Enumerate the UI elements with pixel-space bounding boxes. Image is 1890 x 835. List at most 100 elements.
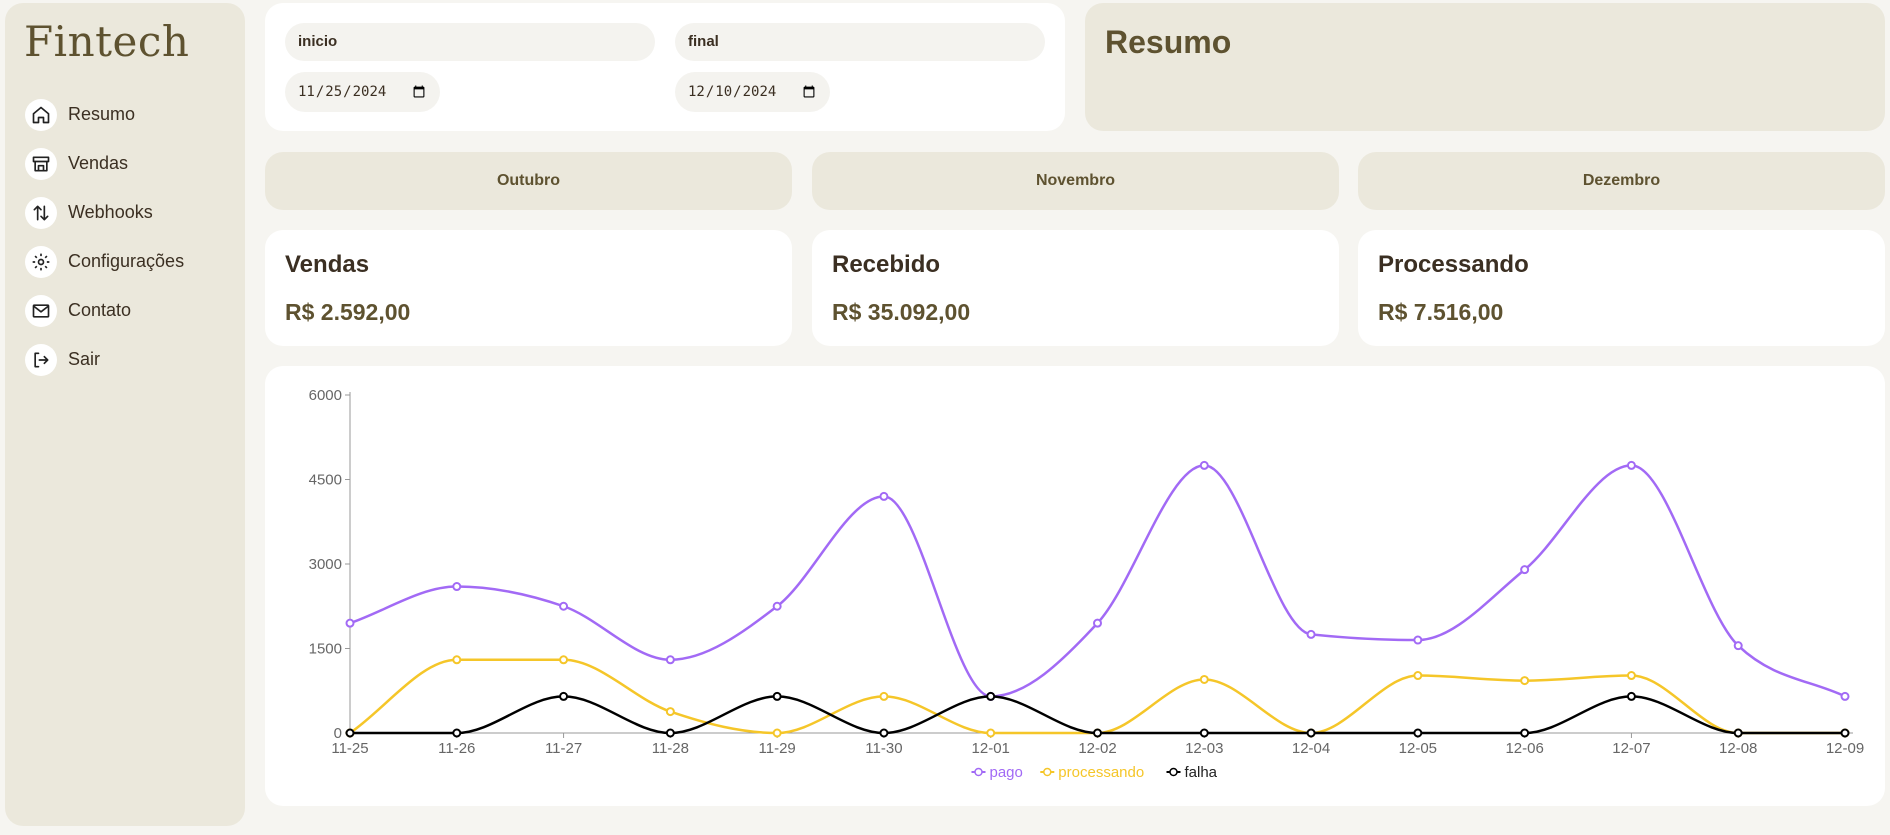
data-point-pago: [1520, 565, 1530, 575]
data-point-falha: [1733, 728, 1743, 738]
data-point-pago: [1093, 618, 1102, 628]
sidebar-item-webhooks[interactable]: Webhooks: [25, 188, 184, 237]
data-point-pago: [1733, 641, 1743, 651]
legend-marker-dot-pago: [974, 767, 983, 777]
x-tick-label: 11-27: [545, 740, 582, 757]
x-tick-label: 12-02: [1078, 740, 1116, 757]
sidebar-item-label: Webhooks: [68, 202, 153, 222]
sidebar-item-configuracoes[interactable]: Configurações: [25, 237, 184, 286]
data-point-processando: [1413, 671, 1423, 681]
x-tick-label: 12-03: [1185, 740, 1223, 757]
x-tick-label: 12-05: [1399, 740, 1437, 757]
arrows-up-down-icon: [25, 196, 57, 229]
sidebar-item-label: Vendas: [68, 153, 129, 173]
end-date-input[interactable]: [675, 72, 830, 112]
stat-value: R$ 35.092,00: [832, 299, 971, 325]
x-tick-label: 11-30: [865, 740, 902, 757]
data-point-falha: [772, 691, 782, 701]
data-point-falha: [986, 691, 996, 701]
data-point-pago: [772, 601, 782, 611]
data-point-falha: [1199, 728, 1209, 738]
data-point-processando: [665, 707, 675, 717]
stat-title: Recebido: [832, 251, 941, 278]
data-point-processando: [452, 655, 462, 665]
y-tick-label: 1500: [309, 641, 342, 658]
data-point-processando: [986, 728, 996, 738]
data-point-processando: [772, 728, 782, 738]
data-point-pago: [345, 618, 355, 628]
sidebar-nav: Resumo Vendas Webhooks Configurações Con…: [25, 90, 184, 384]
store-icon: [25, 147, 57, 180]
x-tick-label: 11-28: [652, 740, 689, 757]
x-tick-label: 11-29: [759, 740, 796, 757]
series-line-falha: [350, 695, 1845, 735]
data-point-pago: [1626, 460, 1636, 470]
stat-card-vendas: Vendas R$ 2.592,00: [265, 230, 792, 346]
app-logo: Fintech: [24, 17, 190, 66]
legend-label-falha: falha: [1185, 764, 1218, 781]
x-tick-label: 12-01: [972, 740, 1010, 757]
data-point-pago: [879, 491, 889, 501]
stat-card-processando: Processando R$ 7.516,00: [1358, 230, 1885, 346]
sales-chart-panel: 0 1500 3000 4500 6000 11-25 11-26 11-27 11-28 11-…: [265, 366, 1885, 806]
data-point-pago: [1199, 460, 1209, 470]
sidebar-item-sair[interactable]: Sair: [25, 335, 184, 384]
page-title: Resumo: [1105, 24, 1232, 60]
x-tick-label: 12-06: [1505, 740, 1543, 757]
data-point-pago: [1306, 629, 1316, 639]
sidebar-item-contato[interactable]: Contato: [25, 286, 184, 335]
data-point-pago: [1840, 691, 1850, 701]
data-point-pago: [665, 655, 675, 665]
data-point-processando: [1626, 671, 1636, 681]
data-point-falha: [879, 728, 889, 738]
end-date-label: final: [675, 23, 1045, 61]
data-point-processando: [1199, 674, 1209, 684]
data-point-processando: [559, 655, 569, 665]
legend-label-processando: processando: [1058, 764, 1144, 781]
data-point-pago: [452, 582, 462, 592]
data-point-pago: [1413, 635, 1423, 645]
data-point-falha: [1520, 728, 1530, 738]
legend-marker-dot-falha: [1169, 767, 1178, 777]
date-filter-panel: inicio final: [265, 3, 1065, 131]
legend-label-pago: pago: [990, 764, 1023, 781]
gear-icon: [25, 245, 57, 278]
x-tick-label: 12-09: [1826, 740, 1864, 757]
data-point-falha: [1840, 728, 1850, 738]
sidebar-item-vendas[interactable]: Vendas: [25, 139, 184, 188]
sales-line-chart: 0150030004500600011-25 11-26 11-27 11-28 11-…: [309, 387, 1865, 781]
sidebar-item-label: Resumo: [68, 104, 136, 124]
sidebar-item-resumo[interactable]: Resumo: [25, 90, 184, 139]
end-date-group: final: [675, 23, 1045, 112]
stat-title: Vendas: [285, 251, 370, 278]
summary-panel: Resumo: [1085, 3, 1885, 131]
y-tick-label: 3000: [309, 556, 342, 573]
logout-icon: [25, 343, 57, 376]
data-point-falha: [345, 728, 355, 738]
start-date-input[interactable]: [285, 72, 440, 112]
legend-marker-dot-processando: [1043, 767, 1052, 777]
sidebar: Fintech Resumo Vendas Webhooks Configura…: [5, 3, 245, 826]
month-button-dezembro[interactable]: Dezembro: [1358, 152, 1885, 210]
start-date-group: inicio: [285, 23, 655, 112]
data-point-falha: [665, 728, 675, 738]
stat-title: Processando: [1378, 251, 1529, 278]
home-icon: [25, 98, 57, 131]
data-point-falha: [1093, 728, 1102, 738]
y-tick-label: 4500: [309, 472, 342, 489]
sidebar-item-label: Sair: [68, 349, 101, 369]
mail-icon: [25, 294, 57, 327]
stat-value: R$ 2.592,00: [285, 299, 411, 325]
data-point-falha: [1306, 728, 1316, 738]
sidebar-item-label: Configurações: [68, 251, 185, 271]
x-tick-label: 12-07: [1612, 740, 1650, 757]
x-tick-label: 12-04: [1292, 740, 1330, 757]
x-tick-label: 11-25: [331, 740, 368, 757]
month-button-novembro[interactable]: Novembro: [812, 152, 1339, 210]
stat-card-recebido: Recebido R$ 35.092,00: [812, 230, 1339, 346]
data-point-pago: [559, 601, 569, 611]
month-button-outubro[interactable]: Outubro: [265, 152, 792, 210]
x-tick-label: 11-26: [438, 740, 475, 757]
data-point-falha: [1413, 728, 1423, 738]
data-point-falha: [559, 691, 569, 701]
